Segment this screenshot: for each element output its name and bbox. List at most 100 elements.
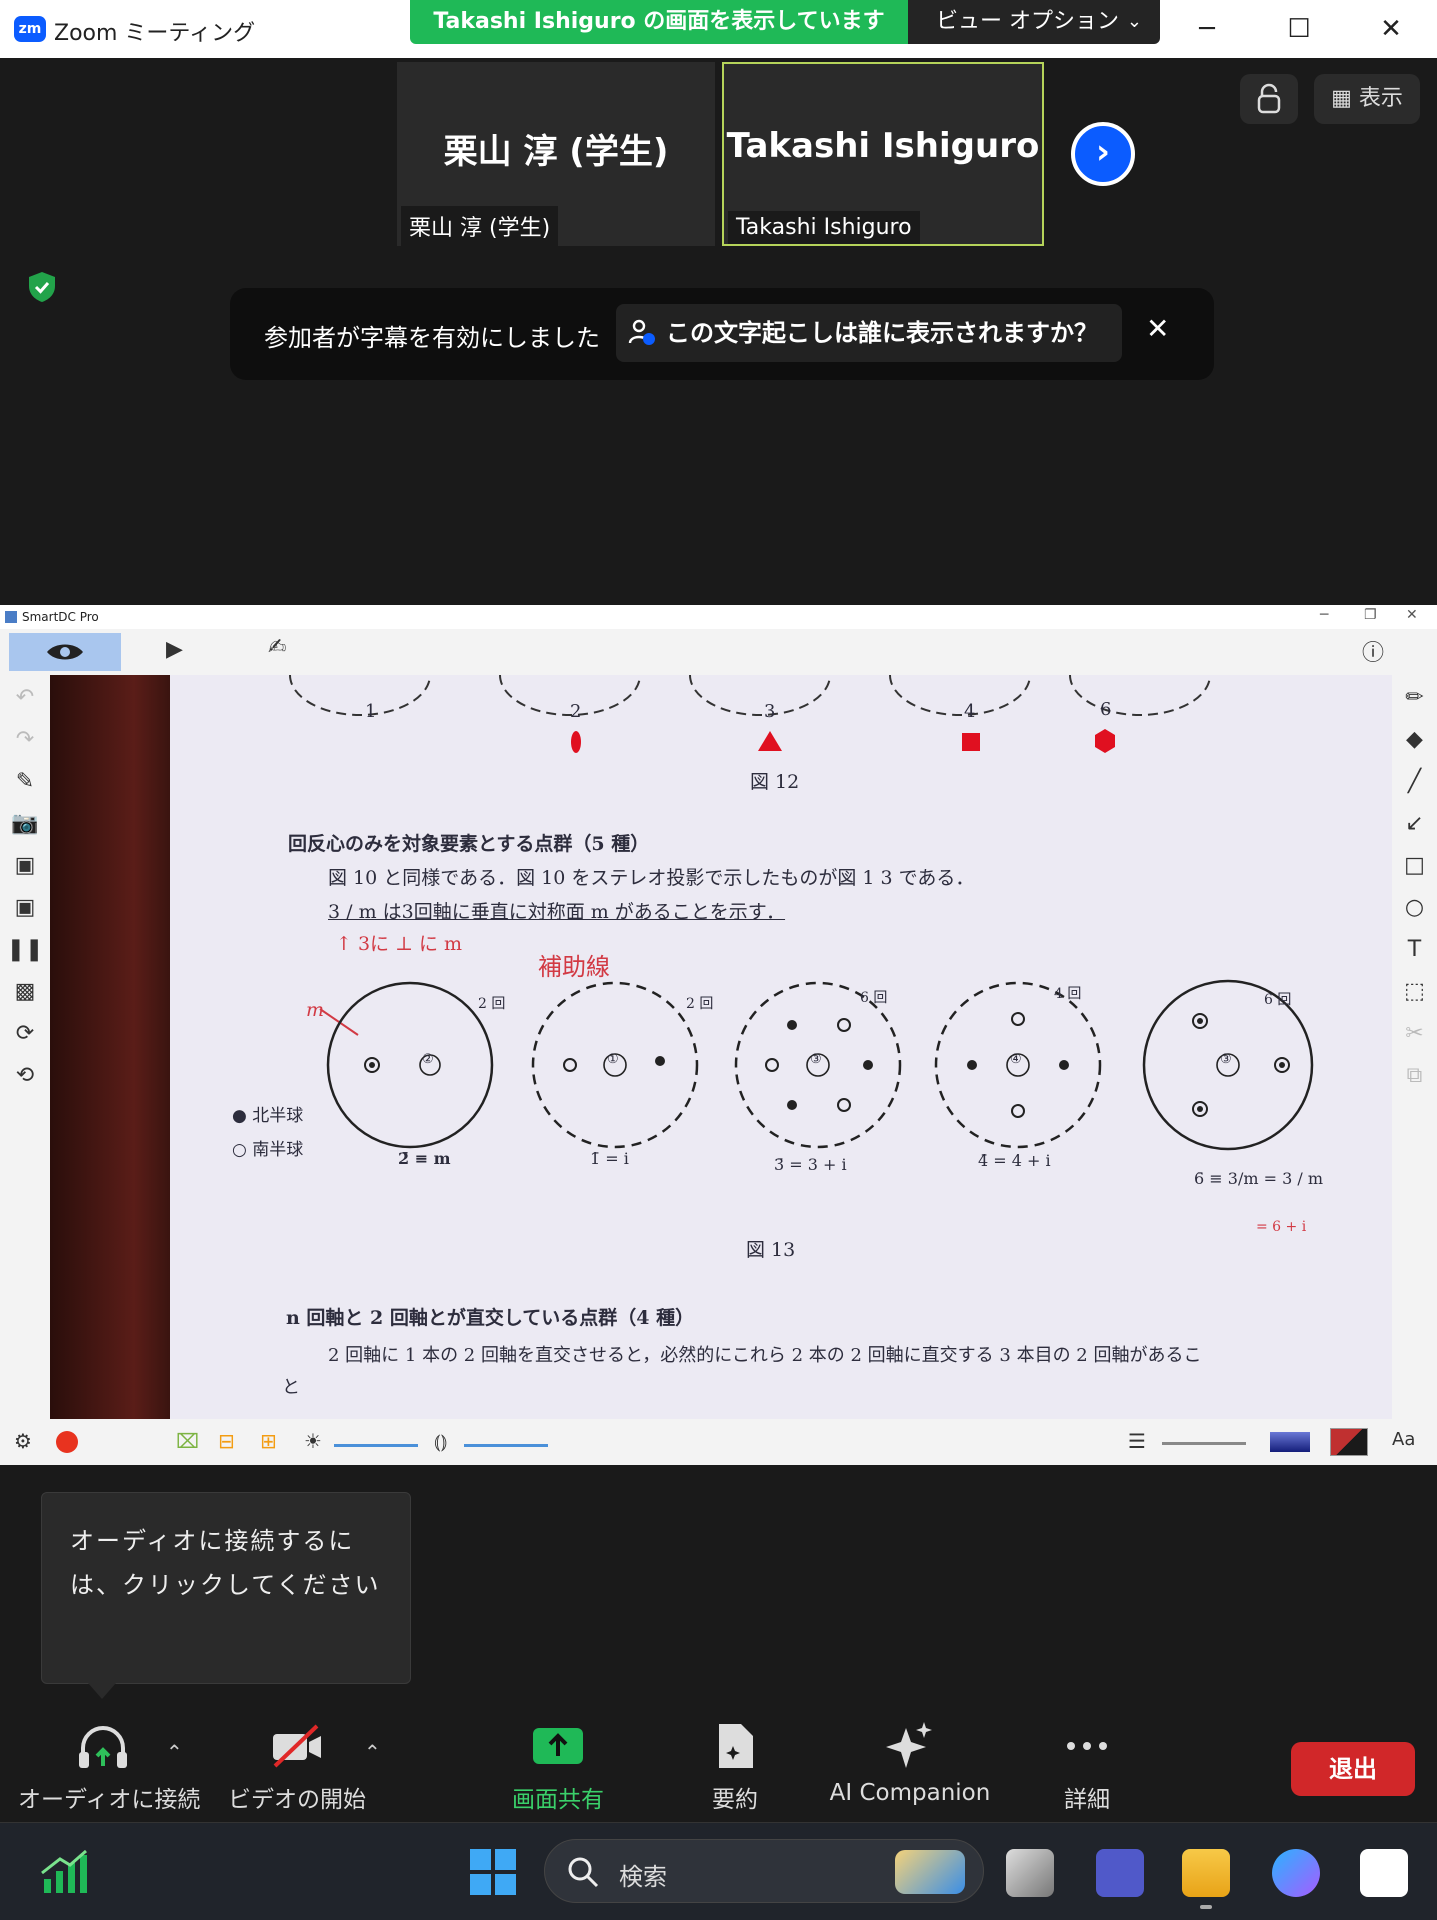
teams-icon[interactable] (1096, 1849, 1144, 1897)
smartdc-title: SmartDC Pro (22, 610, 99, 624)
line-width-slider[interactable] (1162, 1442, 1246, 1445)
share-screen-label: 画面共有 (512, 1787, 604, 1813)
fourfold-symbol (962, 733, 980, 751)
ai-companion-button[interactable]: AI Companion (820, 1720, 1000, 1806)
circle-center-label: ① (607, 1052, 619, 1067)
ai-companion-label: AI Companion (829, 1780, 991, 1806)
cut-icon[interactable]: ✂ (1392, 1021, 1437, 1046)
record-icon[interactable] (56, 1431, 78, 1453)
play-icon[interactable]: ▶ (166, 637, 183, 662)
video-options-caret[interactable]: ⌃ (364, 1740, 381, 1764)
line-icon[interactable]: ╱ (1392, 769, 1437, 794)
circle-center-label: ③ (810, 1052, 822, 1067)
transcript-visibility-link[interactable]: この文字起こしは誰に表示されますか？ (616, 304, 1122, 362)
annotation-six-plus-i: = 6 + i (1256, 1219, 1307, 1235)
start-video-button[interactable]: ビデオの開始 (222, 1720, 372, 1814)
share-screen-icon (533, 1728, 583, 1764)
arrow-icon[interactable]: ↙ (1392, 811, 1437, 836)
left-tool-panel: ↶ ↷ ✎ 📷 ▣ ▣ ❚❚ ▩ ⟳ ⟲ (0, 675, 50, 1419)
brightness-slider[interactable] (334, 1444, 418, 1447)
view-menu-label: 表示 (1358, 86, 1403, 111)
zoom-in-icon[interactable]: ⊞ (260, 1429, 277, 1453)
view-menu-button[interactable]: ▦ 表示 (1314, 74, 1420, 124)
file-explorer-icon[interactable] (1182, 1849, 1230, 1897)
circle-center-label: ② (422, 1052, 434, 1067)
smartdc-window: SmartDC Pro ─ ❐ ✕ ▶ ✍ ⓘ ↶ ↷ ✎ 📷 ▣ ▣ ❚❚ ▩… (0, 605, 1437, 1465)
pause-icon[interactable]: ❚❚ (0, 937, 50, 962)
stocks-widget-icon[interactable] (40, 1849, 88, 1895)
smartdc-minimize-button[interactable]: ─ (1320, 607, 1328, 623)
smartdc-restore-button[interactable]: ❐ (1364, 607, 1377, 623)
section1-line2: 3 / m は3回軸に垂直に対称面 m があることを示す． (328, 901, 786, 923)
rotate-icon[interactable]: ⟳ (0, 1021, 50, 1046)
redo-icon[interactable]: ↷ (0, 727, 50, 752)
caption-message: 参加者が字幕を有効にしました (264, 324, 600, 352)
smartdc-close-button[interactable]: ✕ (1406, 607, 1418, 623)
view-mode-tab[interactable] (9, 633, 121, 671)
immersive-view-button[interactable] (1240, 74, 1298, 124)
copilot-icon[interactable] (1272, 1849, 1320, 1897)
circle-bottom-label: 6̄ ≡ 3/m = 3 / m (1194, 1169, 1323, 1188)
task-view-icon[interactable] (1006, 1849, 1054, 1897)
person-info-icon (628, 319, 655, 345)
font-size-button[interactable]: Aa (1392, 1429, 1415, 1450)
audio-options-caret[interactable]: ⌃ (166, 1740, 183, 1764)
eraser-icon[interactable]: ◆ (1392, 727, 1437, 752)
zoom-logo: zm (14, 16, 46, 42)
line-width-icon[interactable]: ☰ (1128, 1429, 1146, 1453)
chevron-right-icon: › (1095, 132, 1110, 172)
fig12-number: 6 (1100, 699, 1112, 720)
zoom-out-icon[interactable]: ⊟ (218, 1429, 235, 1453)
close-button[interactable]: ✕ (1366, 10, 1416, 48)
copy-icon[interactable]: ⧉ (1392, 1063, 1437, 1088)
participant-tile-active[interactable]: Takashi Ishiguro Takashi Ishiguro (722, 62, 1044, 246)
participant-display-name: 栗山 淳 (学生) (443, 132, 669, 172)
gallery-next-button[interactable]: › (1071, 122, 1135, 186)
share-screen-button[interactable]: 画面共有 (488, 1720, 628, 1814)
close-notification-button[interactable]: ✕ (1146, 312, 1169, 345)
select-icon[interactable]: ⬚ (1392, 979, 1437, 1004)
autofocus-icon[interactable]: ⌧ (176, 1429, 199, 1453)
join-audio-button[interactable]: オーディオに接続 (18, 1720, 200, 1814)
pen-icon[interactable]: ✏ (1392, 685, 1437, 710)
start-video-label: ビデオの開始 (228, 1787, 366, 1813)
audio-tooltip: オーディオに接続するには、クリックしてください (41, 1492, 411, 1684)
capture-image-icon[interactable]: ▣ (0, 853, 50, 878)
participant-display-name: Takashi Ishiguro (726, 126, 1040, 166)
eye-icon (47, 644, 83, 660)
windows-start-icon[interactable] (470, 1849, 516, 1895)
leave-meeting-button[interactable]: 退出 (1291, 1742, 1415, 1796)
circle-top-label: 2 回 (686, 996, 714, 1012)
fill-color-swatch[interactable] (1330, 1428, 1368, 1456)
minimize-button[interactable]: ─ (1182, 10, 1232, 48)
pen-color-swatch[interactable] (1270, 1432, 1310, 1452)
annotate-mode-icon[interactable]: ✍ (268, 635, 286, 660)
brightness-icon[interactable]: ☀ (304, 1429, 322, 1453)
view-options-button[interactable]: ビュー オプション ⌄ (908, 0, 1160, 44)
summary-button[interactable]: 要約 (670, 1720, 800, 1814)
rotate-alt-icon[interactable]: ⟲ (0, 1063, 50, 1088)
focus-icon[interactable]: ⦅⦆ (434, 1429, 447, 1453)
rectangle-icon[interactable]: □ (1392, 853, 1437, 878)
settings-gear-icon[interactable]: ⚙ (14, 1429, 32, 1453)
camera-icon[interactable]: 📷 (0, 811, 50, 836)
undo-icon[interactable]: ↶ (0, 685, 50, 710)
encryption-shield-icon[interactable] (26, 270, 58, 304)
focus-slider[interactable] (464, 1444, 548, 1447)
capture-image-2-icon[interactable]: ▣ (0, 895, 50, 920)
qr-grid-icon[interactable]: ▩ (0, 979, 50, 1004)
document-camera-view: 1 2 3 4 6 図 12 回反心のみを対象要素とする点群（5 種） 図 10… (50, 675, 1392, 1419)
more-button[interactable]: 詳細 (1032, 1720, 1142, 1814)
info-icon[interactable]: ⓘ (1362, 635, 1384, 667)
app-title: Zoom ミーティング (54, 21, 256, 46)
microsoft-store-icon[interactable] (1360, 1849, 1408, 1897)
taskbar-search-box[interactable]: 検索 (544, 1839, 984, 1903)
text-icon[interactable]: T (1392, 937, 1437, 962)
edit-icon[interactable]: ✎ (0, 769, 50, 794)
participant-tile[interactable]: 栗山 淳 (学生) 栗山 淳 (学生) (397, 62, 715, 246)
maximize-button[interactable]: ☐ (1274, 10, 1324, 48)
fig13-caption: 図 13 (746, 1239, 796, 1261)
more-dots-icon (1067, 1742, 1107, 1750)
circle-icon[interactable]: ○ (1392, 895, 1437, 920)
circle-bottom-label: 1̄ = i (590, 1149, 629, 1168)
